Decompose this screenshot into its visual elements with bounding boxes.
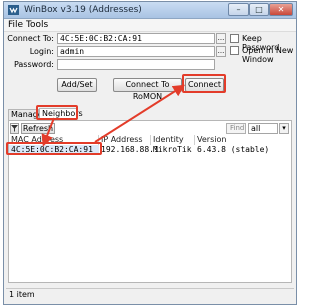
arrow-to-mac — [41, 117, 55, 147]
annotation-arrows — [41, 84, 186, 147]
arrow-to-connect — [94, 84, 186, 143]
